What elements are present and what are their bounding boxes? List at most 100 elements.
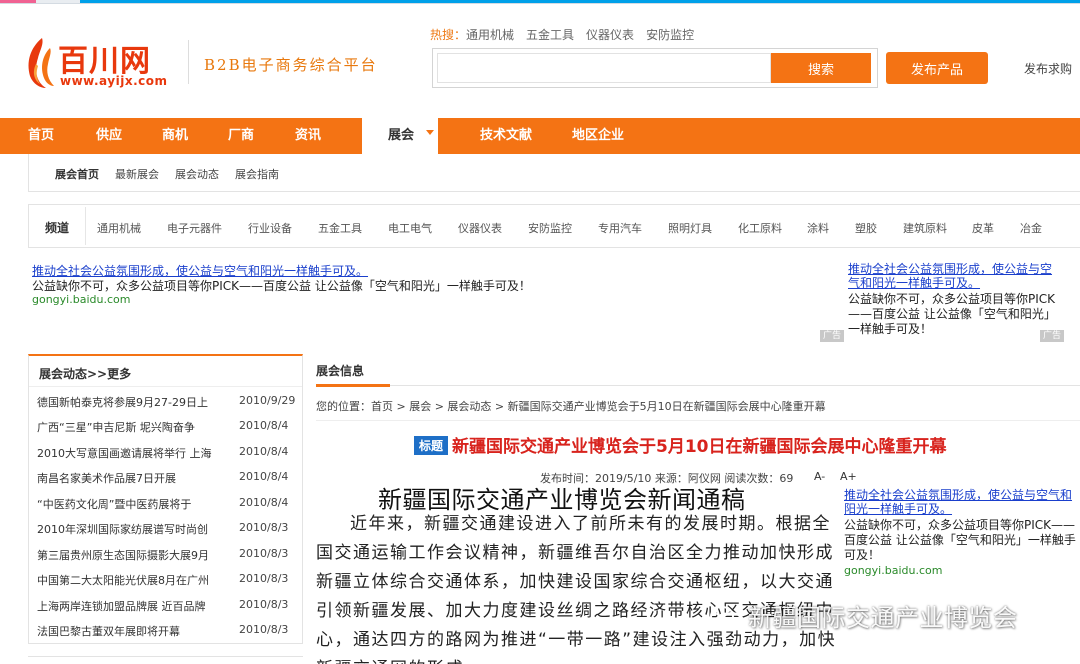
nav-regional-companies[interactable]: 地区企业 (572, 118, 624, 154)
channel-item[interactable]: 冶金 (1020, 220, 1042, 236)
nav-news[interactable]: 资讯 (295, 118, 321, 154)
news-title[interactable]: 上海两岸连锁加盟品牌展 近百品牌 (37, 598, 233, 614)
header-divider (188, 40, 189, 84)
news-date: 2010/8/4 (239, 445, 289, 458)
search-button[interactable]: 搜索 (771, 53, 871, 83)
list-item[interactable]: 德国新帕泰克将参展9月27-29日上 2010/9/29 (37, 394, 299, 412)
flame-logo-icon (28, 38, 54, 88)
search-box: 搜索 (432, 48, 878, 88)
channel-divider (85, 207, 86, 245)
subnav-item[interactable]: 展会首页 (55, 166, 99, 182)
news-date: 2010/8/4 (239, 470, 289, 483)
hot-search-item[interactable]: 仪器仪表 (586, 28, 634, 42)
channel-item[interactable]: 建筑原料 (903, 220, 947, 236)
news-date: 2010/8/4 (239, 496, 289, 509)
panel-title-more-link[interactable]: 展会动态>>更多 (39, 365, 131, 382)
publish-product-button[interactable]: 发布产品 (886, 52, 988, 84)
news-date: 2010/8/3 (239, 547, 289, 560)
logo-url: www.ayijx.com (60, 74, 168, 88)
nav-home[interactable]: 首页 (28, 118, 54, 154)
news-title[interactable]: 2010年深圳国际家纺展谱写时尚创 (37, 521, 233, 537)
news-title[interactable]: 中国第二大太阳能光伏展8月在广州 (37, 572, 233, 588)
channel-item[interactable]: 涂料 (807, 220, 829, 236)
ad-domain[interactable]: gongyi.baidu.com (32, 293, 130, 306)
list-item[interactable]: 2010年深圳国际家纺展谱写时尚创 2010/8/3 (37, 521, 299, 539)
article-body: 近年来，新疆交通建设进入了前所未有的发展时期。根据全国交通运输工作会议精神，新疆… (316, 514, 837, 664)
hot-search-item[interactable]: 五金工具 (526, 28, 574, 42)
nav-manufacturers[interactable]: 厂商 (228, 118, 254, 154)
search-input[interactable] (437, 53, 771, 83)
ad-domain[interactable]: gongyi.baidu.com (844, 564, 942, 577)
nav-tech-docs[interactable]: 技术文献 (480, 118, 532, 154)
news-title[interactable]: 德国新帕泰克将参展9月27-29日上 (37, 394, 233, 410)
wechat-watermark: 新疆国际交通产业博览会 (708, 598, 1018, 633)
wechat-icon (710, 606, 742, 628)
nav-business[interactable]: 商机 (162, 118, 188, 154)
subnav-item[interactable]: 最新展会 (115, 166, 159, 182)
channel-item[interactable]: 行业设备 (248, 220, 292, 236)
ad-description: 公益缺你不可，众多公益项目等你PICK——百度公益 让公益像「空气和阳光」一样触… (848, 292, 1056, 336)
nav-exhibitions-label: 展会 (388, 128, 415, 143)
hot-search: 热搜：通用机械 五金工具 仪器仪表 安防监控 (430, 26, 706, 43)
nav-supply[interactable]: 供应 (96, 118, 122, 154)
sidebar-panel-2 (28, 656, 303, 664)
channel-item[interactable]: 电工电气 (388, 220, 432, 236)
channel-item[interactable]: 安防监控 (528, 220, 572, 236)
ad-tag: 广告 (820, 330, 845, 342)
list-item[interactable]: 南昌名家美术作品展7日开展 2010/8/4 (37, 470, 299, 488)
news-title[interactable]: “中医药文化周”暨中医药展将于 (37, 496, 233, 512)
subnav-item[interactable]: 展会动态 (175, 166, 219, 182)
channel-item[interactable]: 通用机械 (97, 220, 141, 236)
list-item[interactable]: 中国第二大太阳能光伏展8月在广州 2010/8/3 (37, 572, 299, 590)
ad-tag: 广告 (1040, 330, 1065, 342)
hot-search-item[interactable]: 安防监控 (646, 28, 694, 42)
news-date: 2010/8/4 (239, 419, 289, 432)
channel-item[interactable]: 仪器仪表 (458, 220, 502, 236)
list-item[interactable]: 2010大写意国画邀请展将举行 上海 2010/8/4 (37, 445, 299, 463)
subnav-item[interactable]: 展会指南 (235, 166, 279, 182)
title-badge: 标题 (414, 436, 449, 455)
channel-item[interactable]: 皮革 (972, 220, 994, 236)
list-item[interactable]: 法国巴黎古董双年展即将开幕 2010/8/3 (37, 623, 299, 641)
channel-item[interactable]: 塑胶 (855, 220, 877, 236)
news-title[interactable]: 法国巴黎古董双年展即将开幕 (37, 623, 233, 639)
news-title[interactable]: 2010大写意国画邀请展将举行 上海 (37, 445, 233, 461)
channel-item[interactable]: 电子元器件 (167, 220, 222, 236)
news-title[interactable]: 南昌名家美术作品展7日开展 (37, 470, 233, 486)
news-date: 2010/8/3 (239, 572, 289, 585)
article-title: 标题 新疆国际交通产业博览会于5月10日在新疆国际会展中心隆重开幕 (414, 432, 947, 457)
news-date: 2010/9/29 (239, 394, 296, 407)
exhibition-news-panel: 展会动态>>更多 德国新帕泰克将参展9月27-29日上 2010/9/29 广西“… (28, 354, 303, 644)
news-title[interactable]: 第三届贵州原生态国际摄影大展9月 (37, 547, 233, 563)
ad-description: 公益缺你不可，众多公益项目等你PICK——百度公益 让公益像「空气和阳光」一样触… (32, 279, 531, 293)
channel-item[interactable]: 化工原料 (738, 220, 782, 236)
list-item[interactable]: 广西“三星”申吉尼斯 坭兴陶奋争 2010/8/4 (37, 419, 299, 437)
font-smaller-button[interactable]: A- (814, 470, 825, 483)
ad-description: 公益缺你不可，众多公益项目等你PICK——百度公益 让公益像「空气和阳光」一样触… (844, 518, 1076, 562)
nav-exhibitions[interactable]: 展会 (362, 118, 438, 154)
ad-link[interactable]: 推动全社会公益氛围形成，使公益与空气和阳光一样触手可及。 (848, 262, 1062, 290)
site-logo[interactable]: 百川网 www.ayijx.com (24, 34, 174, 92)
news-title[interactable]: 广西“三星”申吉尼斯 坭兴陶奋争 (37, 419, 233, 435)
channel-item[interactable]: 专用汽车 (598, 220, 642, 236)
news-date: 2010/8/3 (239, 521, 289, 534)
main-nav: 首页 供应 商机 厂商 资讯 展会 技术文献 地区企业 (0, 118, 1080, 154)
caret-down-icon (426, 130, 434, 135)
breadcrumb[interactable]: 您的位置：首页 > 展会 > 展会动态 > 新疆国际交通产业博览会于5月10日在… (316, 398, 826, 414)
news-date: 2010/8/3 (239, 623, 289, 636)
site-slogan: B2B电子商务综合平台 (204, 56, 378, 74)
publish-request-link[interactable]: 发布求购 (1024, 60, 1072, 77)
channel-item[interactable]: 五金工具 (318, 220, 362, 236)
hot-search-item[interactable]: 通用机械 (466, 28, 514, 42)
font-larger-button[interactable]: A+ (840, 470, 857, 483)
news-date: 2010/8/3 (239, 598, 289, 611)
list-item[interactable]: 上海两岸连锁加盟品牌展 近百品牌 2010/8/3 (37, 598, 299, 616)
article-title-text: 新疆国际交通产业博览会于5月10日在新疆国际会展中心隆重开幕 (452, 437, 947, 457)
top-strip (0, 0, 1080, 4)
channel-label: 频道 (45, 221, 70, 235)
section-title: 展会信息 (316, 364, 365, 378)
ad-link[interactable]: 推动全社会公益氛围形成，使公益与空气和阳光一样触手可及。 (844, 488, 1080, 516)
list-item[interactable]: “中医药文化周”暨中医药展将于 2010/8/4 (37, 496, 299, 514)
list-item[interactable]: 第三届贵州原生态国际摄影大展9月 2010/8/3 (37, 547, 299, 565)
channel-item[interactable]: 照明灯具 (668, 220, 712, 236)
